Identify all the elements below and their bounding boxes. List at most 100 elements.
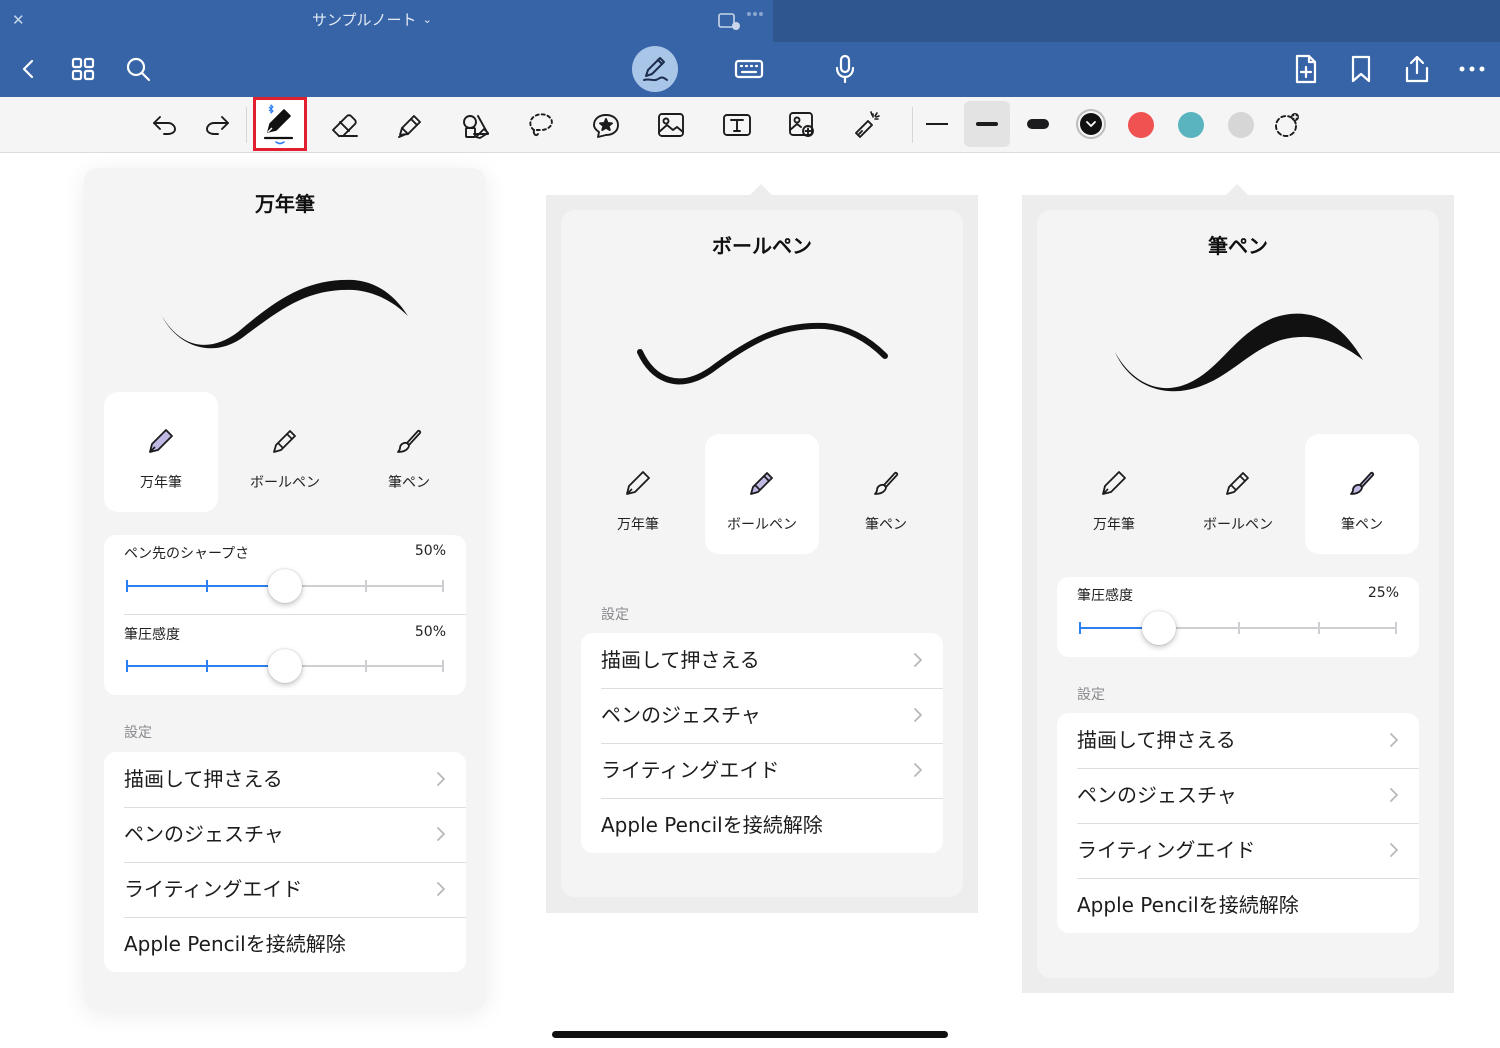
ballpoint-pen-icon: [1226, 472, 1249, 495]
chevron-right-icon: [1390, 843, 1398, 857]
pen-option-label: 万年筆: [617, 517, 659, 533]
settings-item-writing-aid[interactable]: ライティングエイド: [104, 862, 466, 917]
color-swatch-black-fill: [1080, 113, 1102, 135]
camera-icon[interactable]: [783, 106, 821, 144]
settings-item-writing-aid[interactable]: ライティングエイド: [581, 743, 943, 798]
chevron-down-icon: ⌄: [422, 13, 432, 26]
settings-list: 描画して押さえる ペンのジェスチャ ライティングエイド Apple Pencil…: [1057, 713, 1419, 933]
shapes-icon[interactable]: [457, 106, 495, 144]
pen-option-brush[interactable]: 筆ペン: [1305, 434, 1419, 554]
pen-type-selector: 万年筆 ボールペン 筆ペン: [104, 392, 466, 512]
image-icon[interactable]: [652, 106, 690, 144]
home-indicator: [552, 1031, 948, 1038]
pen-option-ballpoint[interactable]: ボールペン: [705, 434, 819, 554]
lasso-icon[interactable]: [522, 106, 560, 144]
settings-item-pen-gestures[interactable]: ペンのジェスチャ: [1057, 768, 1419, 823]
pen-option-brush[interactable]: 筆ペン: [352, 392, 466, 512]
pen-option-fountain[interactable]: 万年筆: [581, 434, 695, 554]
title-bar-side: [773, 0, 1500, 42]
pen-option-label: 筆ペン: [1341, 517, 1383, 533]
settings-item-label: ペンのジェスチャ: [601, 703, 761, 727]
stroke-width-medium[interactable]: [964, 101, 1010, 147]
slider-track[interactable]: [126, 649, 444, 683]
undo-icon[interactable]: [145, 106, 183, 144]
search-icon[interactable]: [121, 52, 155, 86]
settings-item-disconnect-pencil[interactable]: Apple Pencilを接続解除: [581, 798, 943, 853]
slider-value: 50%: [414, 543, 446, 559]
color-swatch-black[interactable]: [1076, 109, 1106, 139]
settings-item-pen-gestures[interactable]: ペンのジェスチャ: [581, 688, 943, 743]
pen-option-brush[interactable]: 筆ペン: [829, 434, 943, 554]
settings-item-draw-and-hold[interactable]: 描画して押さえる: [1057, 713, 1419, 768]
keyboard-icon[interactable]: [732, 52, 766, 86]
settings-item-label: 描画して押さえる: [1077, 728, 1236, 752]
settings-item-disconnect-pencil[interactable]: Apple Pencilを接続解除: [1057, 878, 1419, 933]
color-swatch-teal[interactable]: [1178, 112, 1204, 138]
slider-track[interactable]: [126, 569, 444, 603]
settings-item-label: Apple Pencilを接続解除: [601, 813, 823, 837]
settings-list: 描画して押さえる ペンのジェスチャ ライティングエイド Apple Pencil…: [581, 633, 943, 853]
slider-thumb[interactable]: [1141, 611, 1176, 645]
textbox-icon[interactable]: [718, 106, 756, 144]
microphone-icon[interactable]: [828, 52, 862, 86]
pen-option-label: ボールペン: [250, 475, 320, 491]
popover-arrow: [1226, 184, 1248, 195]
slider-tick: [1317, 622, 1320, 634]
back-icon[interactable]: [12, 52, 46, 86]
slider-tick: [364, 660, 367, 672]
add-color-icon[interactable]: [1268, 106, 1306, 144]
nav-bar: [0, 42, 1500, 97]
slider-value: 50%: [414, 624, 446, 640]
pen-option-label: ボールペン: [1203, 517, 1273, 533]
slider-tick: [1079, 622, 1081, 634]
pen-option-ballpoint[interactable]: ボールペン: [228, 392, 342, 512]
pen-option-ballpoint[interactable]: ボールペン: [1181, 434, 1295, 554]
fountain-pen-icon: [1102, 471, 1126, 495]
bookmark-icon[interactable]: [1344, 52, 1378, 86]
pen-mode-icon[interactable]: [632, 46, 678, 92]
pen-settings-panel-ballpoint: ボールペン 万年筆 ボールペン 筆ペン 設定 描画して押さえる ペンのジェスチャ…: [561, 210, 963, 897]
pen-type-selector: 万年筆 ボールペン 筆ペン: [1057, 434, 1419, 554]
redo-icon[interactable]: [199, 106, 237, 144]
brush-pen-icon: [1350, 471, 1375, 495]
settings-item-disconnect-pencil[interactable]: Apple Pencilを接続解除: [104, 917, 466, 972]
document-title[interactable]: サンプルノート ⌄: [312, 10, 432, 30]
close-icon[interactable]: ✕: [12, 11, 26, 29]
eraser-icon[interactable]: [326, 106, 364, 144]
add-page-icon[interactable]: [1289, 52, 1323, 86]
panel-title: 万年筆: [255, 192, 315, 216]
more-icon[interactable]: [1455, 52, 1489, 86]
fountain-pen-tool-button[interactable]: [253, 97, 307, 151]
slider-thumb[interactable]: [268, 569, 302, 603]
title-bar: ✕ サンプルノート ⌄: [0, 0, 1500, 42]
pen-option-fountain[interactable]: 万年筆: [104, 392, 218, 512]
ballpoint-pen-icon: [750, 472, 773, 495]
settings-item-draw-and-hold[interactable]: 描画して押さえる: [581, 633, 943, 688]
chevron-right-icon: [914, 763, 922, 777]
sticker-icon[interactable]: [587, 106, 625, 144]
fountain-pen-icon: [626, 471, 650, 495]
settings-item-label: ライティングエイド: [124, 877, 303, 901]
pen-option-label: 筆ペン: [865, 517, 907, 533]
laser-pointer-icon[interactable]: [848, 106, 886, 144]
slider-card: 筆圧感度 25%: [1057, 577, 1419, 657]
pen-option-fountain[interactable]: 万年筆: [1057, 434, 1171, 554]
stroke-width-thin[interactable]: [926, 123, 948, 125]
slider-track[interactable]: [1079, 611, 1397, 645]
slider-tick: [1395, 622, 1397, 634]
toolbar-divider: [912, 107, 913, 143]
settings-item-pen-gestures[interactable]: ペンのジェスチャ: [104, 807, 466, 862]
settings-item-label: 描画して押さえる: [124, 767, 283, 791]
color-swatch-gray[interactable]: [1228, 112, 1254, 138]
slider-tick: [126, 580, 128, 592]
stroke-width-thick[interactable]: [1027, 119, 1049, 129]
multitasking-icon[interactable]: [716, 10, 766, 32]
color-swatch-red[interactable]: [1128, 112, 1154, 138]
grid-icon[interactable]: [66, 52, 100, 86]
document-title-text: サンプルノート: [312, 11, 417, 29]
settings-item-draw-and-hold[interactable]: 描画して押さえる: [104, 752, 466, 807]
settings-item-writing-aid[interactable]: ライティングエイド: [1057, 823, 1419, 878]
share-icon[interactable]: [1400, 52, 1434, 86]
slider-thumb[interactable]: [268, 649, 302, 683]
highlighter-icon[interactable]: [391, 106, 429, 144]
